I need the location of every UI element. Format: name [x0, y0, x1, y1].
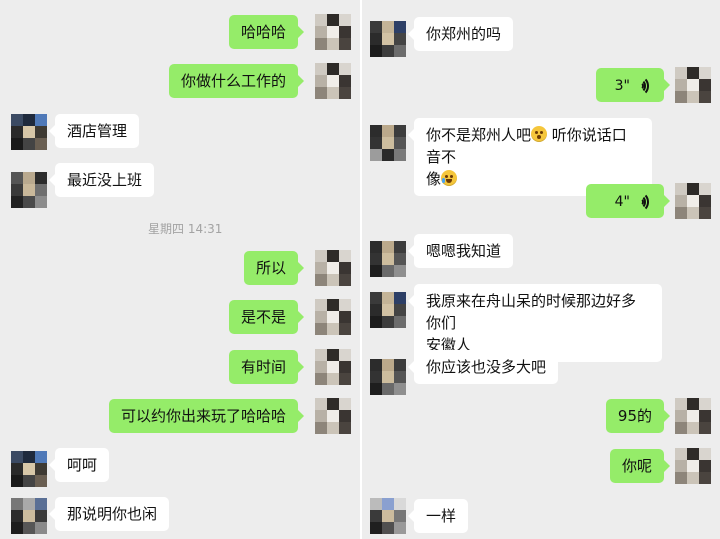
self-avatar[interactable] [675, 398, 711, 434]
contact-avatar[interactable] [370, 241, 406, 277]
timestamp: 星期四 14:31 [148, 222, 223, 236]
contact-avatar[interactable] [370, 21, 406, 57]
self-avatar[interactable] [315, 349, 351, 385]
self-avatar[interactable] [675, 67, 711, 103]
self-avatar[interactable] [315, 398, 351, 434]
contact-avatar[interactable] [11, 451, 47, 487]
message-bubble-incoming[interactable]: 酒店管理 [48, 114, 140, 148]
contact-avatar[interactable] [370, 359, 406, 395]
message-bubble-outgoing[interactable]: 你呢 [609, 449, 671, 483]
message-bubble-outgoing[interactable]: 95的 [605, 399, 671, 433]
contact-avatar[interactable] [370, 498, 406, 534]
self-avatar[interactable] [675, 448, 711, 484]
voice-wave-icon [638, 192, 652, 212]
right-chat-panel: 你郑州的吗 3" 你不是郑州人吧 听你说话口音不像 4" 嗯嗯我知道 我原来在舟… [362, 0, 720, 539]
message-bubble-outgoing[interactable]: 你做什么工作的 [168, 64, 305, 98]
self-avatar[interactable] [315, 250, 351, 286]
message-bubble-incoming[interactable]: 你郑州的吗 [407, 17, 514, 51]
contact-avatar[interactable] [370, 125, 406, 161]
voice-message-bubble[interactable]: 3" [596, 68, 670, 102]
message-bubble-incoming[interactable]: 最近没上班 [48, 163, 155, 197]
self-avatar[interactable] [315, 14, 351, 50]
contact-avatar[interactable] [11, 498, 47, 534]
message-bubble-incoming[interactable]: 你应该也没多大吧 [407, 350, 559, 384]
left-chat-panel: 哈哈哈 你做什么工作的 酒店管理 最近没上班 星期四 14:31 所以 是不是 [0, 0, 360, 539]
self-avatar[interactable] [315, 299, 351, 335]
self-avatar[interactable] [675, 183, 711, 219]
flushed-face-emoji [531, 126, 548, 142]
voice-duration: 4" [614, 194, 630, 210]
self-avatar[interactable] [315, 63, 351, 99]
message-bubble-incoming[interactable]: 那说明你也闲 [48, 497, 170, 531]
message-bubble-outgoing[interactable]: 可以约你出来玩了哈哈哈 [108, 399, 305, 433]
voice-duration: 3" [614, 78, 630, 94]
message-text: 我原来在舟山呆的时候那边好多你们 [426, 292, 637, 332]
contact-avatar[interactable] [11, 172, 47, 208]
message-bubble-outgoing[interactable]: 是不是 [228, 300, 305, 334]
voice-message-bubble[interactable]: 4" [586, 184, 670, 218]
message-bubble-outgoing[interactable]: 所以 [243, 251, 305, 285]
message-text: 你不是郑州人吧 [426, 126, 532, 144]
message-bubble-incoming[interactable]: 呵呵 [48, 448, 110, 482]
message-bubble-incoming[interactable]: 一样 [407, 499, 469, 533]
message-bubble-outgoing[interactable]: 哈哈哈 [228, 15, 305, 49]
voice-wave-icon [638, 76, 652, 96]
message-text: 像 [426, 170, 442, 188]
message-bubble-outgoing[interactable]: 有时间 [228, 350, 305, 384]
crying-laughing-emoji [441, 170, 458, 186]
contact-avatar[interactable] [370, 292, 406, 328]
message-bubble-incoming[interactable]: 嗯嗯我知道 [407, 234, 514, 268]
contact-avatar[interactable] [11, 114, 47, 150]
